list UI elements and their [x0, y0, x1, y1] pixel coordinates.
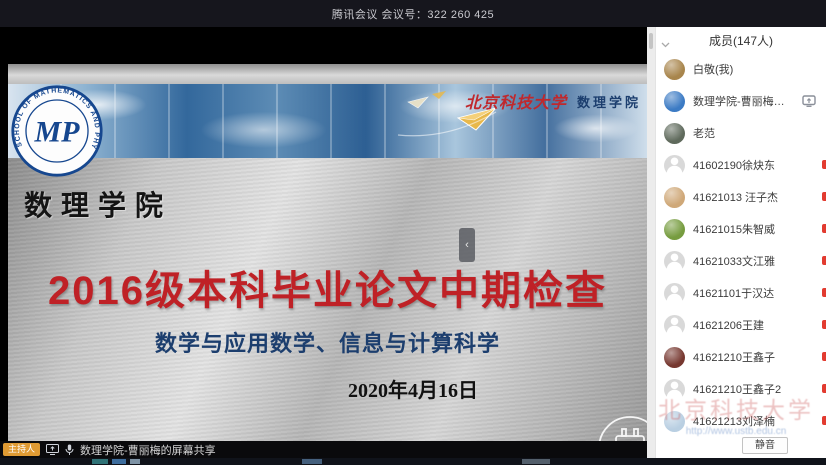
member-name: 41602190徐炔东 — [693, 157, 775, 173]
university-seal-watermark-icon: USTB 1952 — [595, 413, 647, 441]
avatar — [664, 347, 685, 368]
member-row[interactable]: 老范 — [656, 117, 826, 149]
avatar — [664, 155, 685, 176]
screen-sharing-indicator-icon — [802, 95, 816, 107]
slide-top-strip — [8, 64, 647, 84]
bottom-edge-strip — [0, 458, 826, 465]
member-name: 41621213刘泽楠 — [693, 413, 775, 429]
taskbar-fragment — [522, 459, 550, 464]
mic-alert-icon — [822, 256, 826, 265]
taskbar-fragment — [302, 459, 322, 464]
member-count-title: 成员(147人) — [709, 32, 773, 49]
member-row[interactable]: 41621013 汪子杰 — [656, 181, 826, 213]
member-name: 41621210王鑫子 — [693, 349, 775, 365]
mic-alert-icon — [822, 416, 826, 425]
presentation-slide: SCHOOL OF MATHEMATICS AND PHYSICS MP 北京科… — [8, 64, 647, 441]
school-logo-icon: SCHOOL OF MATHEMATICS AND PHYSICS MP — [10, 84, 104, 178]
microphone-icon — [65, 444, 74, 456]
host-badge: 主持人 — [3, 443, 40, 456]
member-name: 41621101于汉达 — [693, 285, 774, 301]
mic-alert-icon — [822, 160, 826, 169]
member-name: 老范 — [693, 125, 715, 141]
member-row[interactable]: 41621210王鑫子2 — [656, 373, 826, 405]
meeting-window: 腾讯会议 会议号：322 260 425 SCHOOL OF MATHEMATI… — [0, 0, 826, 465]
slide-calligraphy-heading: 数理学院 — [24, 184, 172, 224]
mic-alert-icon — [822, 224, 826, 233]
logo-monogram: MP — [33, 114, 80, 148]
avatar — [664, 187, 685, 208]
banner-university-name: 北京科技大学 — [465, 89, 567, 113]
mic-alert-icon — [822, 320, 826, 329]
member-row[interactable]: 41621213刘泽楠 — [656, 405, 826, 437]
mic-alert-icon — [822, 384, 826, 393]
screen-share-area: SCHOOL OF MATHEMATICS AND PHYSICS MP 北京科… — [0, 27, 647, 465]
slide-subtitle: 数学与应用数学、信息与计算科学 — [8, 326, 647, 358]
member-panel: 成员(147人) 白敬(我) 数理学院-曹丽梅(主持人) 老 — [655, 27, 826, 465]
member-row[interactable]: 41621206王建 — [656, 309, 826, 341]
member-name: 41621210王鑫子2 — [693, 381, 781, 397]
member-row[interactable]: 41621101于汉达 — [656, 277, 826, 309]
avatar — [664, 411, 685, 432]
member-name: 数理学院-曹丽梅(主持人) — [693, 93, 786, 109]
taskbar-fragment — [112, 459, 126, 464]
meeting-id-title: 腾讯会议 会议号：322 260 425 — [332, 6, 494, 22]
member-name: 白敬(我) — [693, 61, 733, 77]
member-row[interactable]: 41602190徐炔东 — [656, 149, 826, 181]
avatar — [664, 123, 685, 144]
panel-collapse-handle[interactable]: ‹ — [459, 228, 475, 262]
mute-button[interactable]: 静音 — [742, 437, 788, 454]
member-row[interactable]: 41621210王鑫子 — [656, 341, 826, 373]
member-row[interactable]: 41621015朱智威 — [656, 213, 826, 245]
avatar — [664, 59, 685, 80]
panel-gutter — [647, 27, 655, 465]
mic-alert-icon — [822, 192, 826, 201]
member-row[interactable]: 白敬(我) — [656, 53, 826, 85]
share-status-bar: 主持人 数理学院-曹丽梅的屏幕共享 — [0, 441, 647, 458]
chevron-down-icon[interactable] — [661, 35, 670, 53]
avatar — [664, 91, 685, 112]
taskbar-fragment — [130, 459, 140, 464]
member-row[interactable]: 41621033文江雅 — [656, 245, 826, 277]
slide-body: 数理学院 2016级本科毕业论文中期检查 数学与应用数学、信息与计算科学 202… — [8, 158, 647, 441]
member-name: 41621015朱智威 — [693, 221, 775, 237]
avatar — [664, 219, 685, 240]
banner-school-name: 数理学院 — [577, 92, 641, 111]
slide-main-title: 2016级本科毕业论文中期检查 — [8, 258, 647, 316]
meeting-titlebar: 腾讯会议 会议号：322 260 425 — [0, 0, 826, 27]
slide-date: 2020年4月16日 — [348, 374, 478, 403]
slide-sky-banner: SCHOOL OF MATHEMATICS AND PHYSICS MP 北京科… — [8, 84, 647, 158]
screen-share-icon — [46, 444, 59, 455]
member-list: 白敬(我) 数理学院-曹丽梅(主持人) 老范 — [656, 53, 826, 437]
member-name: 41621033文江雅 — [693, 253, 775, 269]
share-status-label: 数理学院-曹丽梅的屏幕共享 — [80, 442, 216, 458]
avatar — [664, 379, 685, 400]
member-row[interactable]: 数理学院-曹丽梅(主持人) — [656, 85, 826, 117]
avatar — [664, 315, 685, 336]
avatar — [664, 251, 685, 272]
mic-alert-icon — [822, 352, 826, 361]
taskbar-fragment — [92, 459, 108, 464]
member-panel-header: 成员(147人) — [656, 27, 826, 53]
avatar — [664, 283, 685, 304]
member-name: 41621206王建 — [693, 317, 764, 333]
mic-alert-icon — [822, 288, 826, 297]
scrollbar-thumb[interactable] — [649, 33, 653, 49]
member-name: 41621013 汪子杰 — [693, 189, 778, 205]
